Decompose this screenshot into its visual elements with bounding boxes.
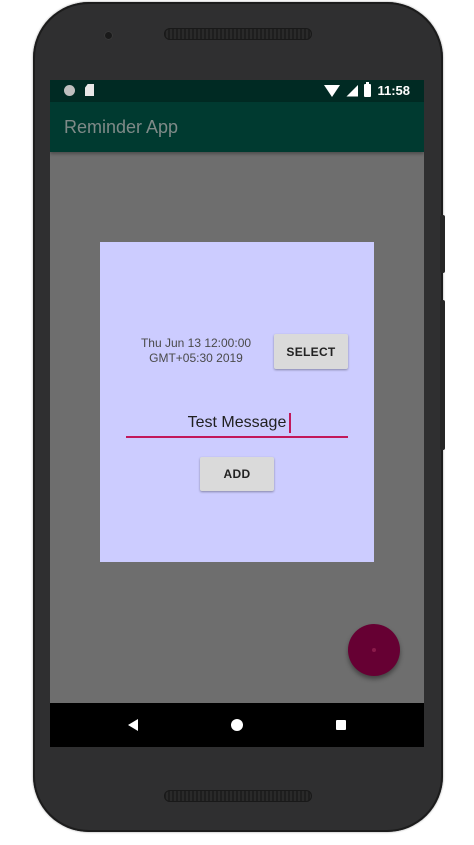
page: 11:58 Reminder App Thu Jun 13 12:00:00 G… (0, 0, 474, 845)
status-left (64, 84, 94, 96)
add-reminder-button[interactable]: ADD (200, 457, 274, 491)
cell-signal-icon (346, 84, 359, 97)
circle-notification-icon (64, 84, 75, 96)
fab-icon (372, 648, 376, 652)
selected-date-text: Thu Jun 13 12:00:00 GMT+05:30 2019 (140, 336, 252, 365)
app-bar: Reminder App (50, 102, 424, 152)
home-icon[interactable] (231, 719, 243, 731)
sd-card-icon (85, 84, 94, 96)
power-button (440, 215, 445, 273)
wifi-icon (324, 84, 341, 97)
front-camera (104, 31, 113, 40)
navigation-bar (50, 703, 424, 747)
floating-action-button[interactable] (348, 624, 400, 676)
bottom-speaker (164, 790, 312, 802)
reminder-dialog: Thu Jun 13 12:00:00 GMT+05:30 2019 SELEC… (100, 242, 374, 562)
screen: 11:58 Reminder App Thu Jun 13 12:00:00 G… (50, 80, 424, 747)
back-icon[interactable] (128, 719, 138, 731)
top-speaker (164, 28, 312, 40)
app-title: Reminder App (64, 117, 179, 137)
status-right: 11:58 (324, 82, 410, 98)
message-input[interactable] (126, 410, 348, 438)
battery-icon (364, 82, 372, 97)
status-bar: 11:58 (50, 80, 424, 102)
text-cursor (289, 413, 291, 433)
select-date-button[interactable]: SELECT (274, 334, 348, 369)
status-clock: 11:58 (377, 83, 410, 98)
volume-button (440, 300, 445, 450)
recents-icon[interactable] (336, 720, 346, 730)
